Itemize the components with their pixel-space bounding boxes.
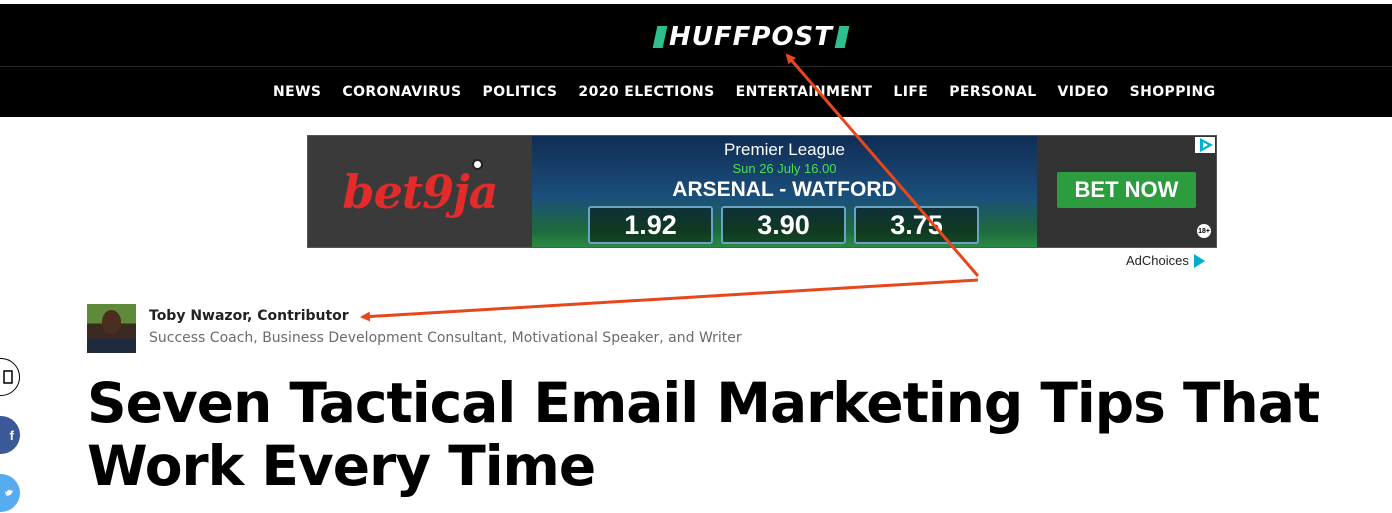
masthead: HUFFPOST: [0, 4, 1392, 66]
logo-left-bar: [652, 26, 668, 48]
nav-list: NEWS CORONAVIRUS POLITICS 2020 ELECTIONS…: [273, 67, 1237, 117]
ad-cta-panel: BET NOW 18+: [1037, 136, 1216, 247]
huffpost-logo[interactable]: HUFFPOST: [652, 22, 850, 52]
share-rail: f: [0, 358, 20, 513]
ad-match-panel: Premier League Sun 26 July 16.00 ARSENAL…: [532, 136, 1037, 247]
author-bio: Success Coach, Business Development Cons…: [149, 330, 742, 346]
ad-brand-panel: bet9ja: [308, 136, 532, 247]
ad-league: Premier League: [724, 140, 845, 159]
ad-odds: 1.92 3.90 3.75: [588, 206, 987, 244]
ad-info-icon-svg: [1200, 138, 1213, 152]
bet-now-button[interactable]: BET NOW: [1057, 172, 1196, 208]
adchoices-icon: [1193, 253, 1205, 268]
nav-item-life[interactable]: LIFE: [893, 84, 928, 100]
twitter-bird-svg: [5, 489, 13, 496]
ad-banner[interactable]: bet9ja Premier League Sun 26 July 16.00 …: [307, 135, 1217, 248]
author-byline: Toby Nwazor, Contributor Success Coach, …: [87, 304, 742, 353]
nav-item-politics[interactable]: POLITICS: [483, 84, 558, 100]
avatar-face: [102, 310, 121, 334]
article-headline: Seven Tactical Email Marketing Tips That…: [87, 371, 1320, 498]
byline-text: Toby Nwazor, Contributor Success Coach, …: [149, 308, 742, 346]
odds-away[interactable]: 3.75: [854, 206, 979, 244]
logo-text: HUFFPOST: [669, 22, 834, 52]
ad-match: ARSENAL - WATFORD: [672, 178, 897, 201]
author-name[interactable]: Toby Nwazor, Contributor: [149, 308, 742, 324]
twitter-icon[interactable]: [0, 474, 20, 512]
logo-right-bar: [834, 26, 850, 48]
avatar[interactable]: [87, 304, 136, 353]
ad-info-icon[interactable]: [1195, 137, 1215, 153]
nav-item-personal[interactable]: PERSONAL: [949, 84, 1036, 100]
ad-brand-logo: bet9ja: [342, 158, 499, 219]
nav-item-video[interactable]: VIDEO: [1058, 84, 1109, 100]
football-icon: [472, 158, 484, 170]
nav-item-entertainment[interactable]: ENTERTAINMENT: [736, 84, 873, 100]
main-nav: NEWS CORONAVIRUS POLITICS 2020 ELECTIONS…: [0, 66, 1392, 117]
nav-item-coronavirus[interactable]: CORONAVIRUS: [342, 84, 461, 100]
facebook-icon[interactable]: f: [0, 416, 20, 454]
nav-item-2020-elections[interactable]: 2020 ELECTIONS: [578, 84, 714, 100]
adchoices-link[interactable]: AdChoices: [1126, 253, 1205, 268]
comment-icon[interactable]: [0, 358, 20, 396]
ad-brand-text: bet9ja: [342, 164, 498, 219]
ad-date: Sun 26 July 16.00: [732, 161, 837, 176]
odds-home[interactable]: 1.92: [588, 206, 713, 244]
nav-item-news[interactable]: NEWS: [273, 84, 321, 100]
nav-item-shopping[interactable]: SHOPPING: [1130, 84, 1216, 100]
odds-draw[interactable]: 3.90: [721, 206, 846, 244]
comment-icon-svg: [3, 370, 13, 384]
age-restriction-badge: 18+: [1197, 224, 1211, 238]
adchoices-label: AdChoices: [1126, 253, 1189, 268]
